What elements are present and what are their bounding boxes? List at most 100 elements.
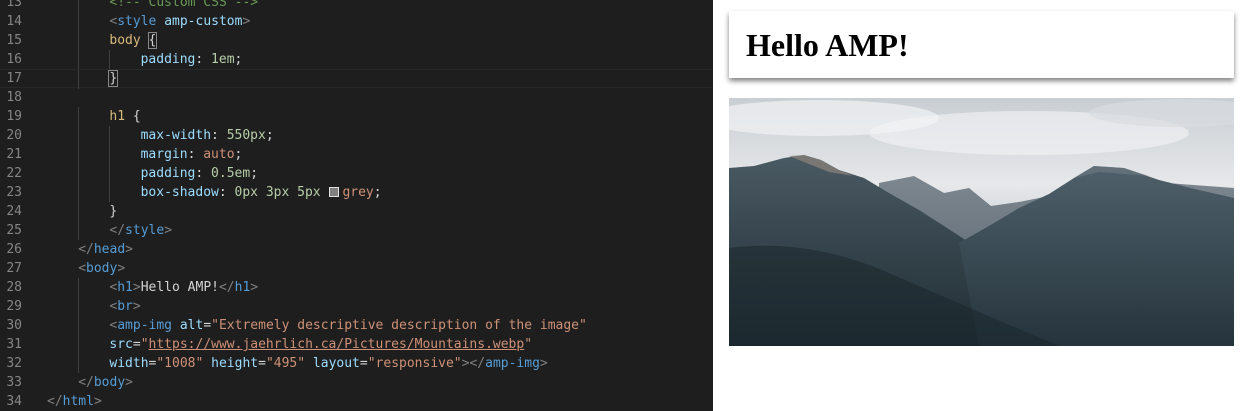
preview-heading: Hello AMP! — [729, 11, 1234, 78]
code-token: " — [140, 337, 149, 352]
line-number: 32 — [6, 356, 22, 371]
code-token: : — [195, 166, 212, 181]
code-text: </head> — [78, 240, 133, 259]
code-line[interactable]: 17} — [0, 69, 713, 89]
code-line[interactable]: 25 </style> — [0, 221, 713, 240]
code-line[interactable]: 26 </head> — [0, 240, 713, 259]
code-token: 0px 3px 5px — [234, 185, 321, 200]
code-line[interactable]: 21 margin: auto; — [0, 145, 713, 164]
code-line[interactable]: 29 <br> — [0, 297, 713, 316]
code-token: width — [109, 356, 149, 371]
code-token: head — [93, 242, 126, 257]
code-token: html — [62, 394, 94, 409]
code-line[interactable]: 19 h1 { — [0, 107, 713, 126]
code-token: > — [93, 394, 102, 409]
code-text: padding: 0.5em; — [141, 164, 258, 183]
code-line[interactable]: 34 </html> — [0, 392, 713, 411]
code-line[interactable]: 15 body { — [0, 31, 713, 50]
code-token: > — [242, 14, 251, 29]
code-line[interactable]: 20 max-width: 550px; — [0, 126, 713, 145]
code-token: ></ — [461, 356, 486, 371]
mountain-landscape-icon — [729, 98, 1234, 346]
code-token: 1em — [211, 52, 235, 67]
line-number: 21 — [6, 147, 22, 162]
code-text: margin: auto; — [141, 145, 243, 164]
code-text: </body> — [78, 373, 133, 392]
code-line[interactable]: 33 </body> — [0, 373, 713, 392]
code-token: layout — [312, 356, 360, 371]
indent-guide — [78, 297, 80, 316]
code-token: > — [125, 242, 133, 257]
indent-guide — [78, 12, 80, 31]
indent-guide — [78, 107, 80, 126]
code-token: </ — [47, 394, 63, 409]
code-token: } — [108, 70, 119, 87]
code-token: : — [195, 52, 212, 67]
code-token: </ — [218, 280, 235, 295]
code-token: ; — [234, 52, 243, 67]
code-token: > — [117, 261, 126, 276]
code-token: 0.5em — [211, 166, 251, 181]
code-token: body — [109, 33, 141, 48]
code-text: h1 { — [109, 107, 140, 126]
code-line[interactable]: 16 padding: 1em; — [0, 50, 713, 69]
code-line[interactable]: 27 <body> — [0, 259, 713, 278]
indent-guide — [78, 31, 80, 50]
line-number: 18 — [6, 90, 22, 105]
code-token: "495" — [265, 356, 306, 371]
code-text: max-width: 550px; — [141, 126, 274, 145]
code-line[interactable]: 13 <!-- Custom CSS --> — [0, 0, 713, 12]
line-number: 25 — [6, 223, 22, 238]
code-text: padding: 1em; — [141, 50, 243, 69]
color-swatch-icon — [329, 187, 340, 197]
code-token: : — [211, 128, 227, 143]
line-number: 31 — [6, 337, 22, 352]
code-token: https://www.jaehrlich.ca/Pictures/Mounta… — [148, 337, 525, 352]
line-number: 19 — [6, 109, 22, 124]
code-token: = — [132, 337, 141, 352]
code-token: h1 — [234, 280, 251, 295]
code-token: br — [117, 299, 133, 314]
line-number: 17 — [6, 71, 22, 86]
code-token: > — [125, 375, 133, 390]
line-number: 33 — [6, 375, 22, 390]
code-text: body { — [109, 31, 158, 50]
line-number: 15 — [6, 33, 22, 48]
line-number: 22 — [6, 166, 22, 181]
code-text: box-shadow: 0px 3px 5px grey; — [141, 183, 382, 202]
code-line[interactable]: 22 padding: 0.5em; — [0, 164, 713, 183]
code-text: </style> — [109, 221, 172, 240]
code-line[interactable]: 23 box-shadow: 0px 3px 5px grey; — [0, 183, 713, 202]
code-text: } — [108, 70, 119, 87]
code-line[interactable]: 31 src="https://www.jaehrlich.ca/Pictures… — [0, 335, 713, 354]
code-token: = — [203, 318, 212, 333]
code-line[interactable]: 32 width="1008" height="495" layout="resp… — [0, 354, 713, 373]
code-token: = — [258, 356, 266, 371]
code-token: padding — [140, 166, 196, 181]
indent-guide — [78, 70, 80, 89]
code-token: body — [86, 261, 118, 276]
line-number: 29 — [6, 299, 22, 314]
code-token: "responsive" — [367, 356, 462, 371]
code-token: ; — [250, 166, 259, 181]
code-line[interactable]: 30 <amp-img alt="Extremely descriptive de… — [0, 316, 713, 335]
code-editor[interactable]: 13 <!-- Custom CSS --> 14 <style amp-custom… — [0, 0, 713, 411]
code-line[interactable]: 14 <style amp-custom> — [0, 12, 713, 31]
code-line[interactable]: 28 <h1>Hello AMP!</h1> — [0, 278, 713, 297]
code-line[interactable]: 18 — [0, 88, 713, 107]
code-text: </html> — [47, 392, 102, 411]
code-token: > — [132, 280, 141, 295]
code-token: > — [164, 223, 173, 238]
code-text: <!-- Custom CSS --> — [109, 0, 258, 12]
indent-guide — [78, 126, 80, 145]
code-token: </ — [78, 242, 94, 257]
code-line[interactable]: 24} — [0, 202, 713, 221]
code-token: : — [218, 185, 235, 200]
code-token: auto — [203, 147, 235, 162]
code-token: ; — [234, 147, 243, 162]
code-token: amp-custom — [164, 14, 243, 29]
code-token: margin — [140, 147, 188, 162]
line-number: 30 — [6, 318, 22, 333]
